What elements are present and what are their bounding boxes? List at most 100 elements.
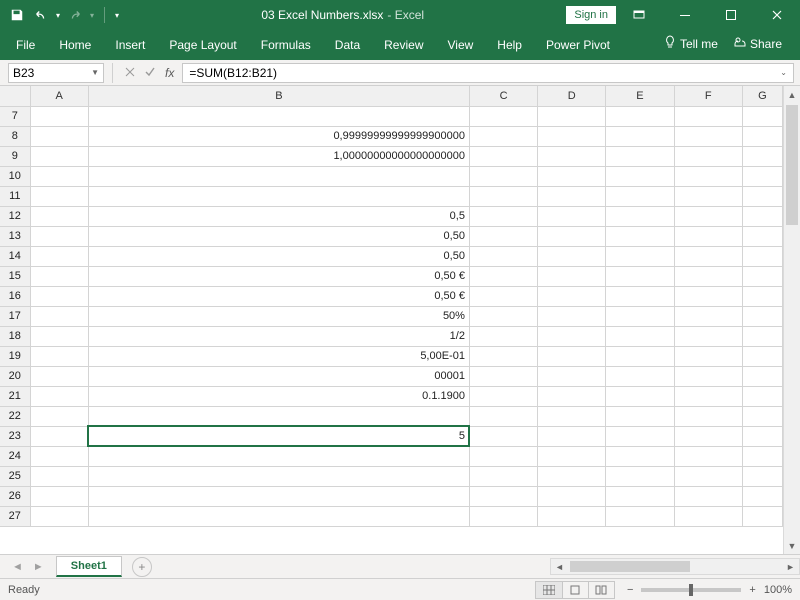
save-icon[interactable] xyxy=(8,6,26,24)
tab-power-pivot[interactable]: Power Pivot xyxy=(534,32,622,60)
cell-A12[interactable] xyxy=(30,206,88,226)
cell-A17[interactable] xyxy=(30,306,88,326)
cell-F8[interactable] xyxy=(674,126,742,146)
cell-C25[interactable] xyxy=(469,466,537,486)
row-header-7[interactable]: 7 xyxy=(0,106,30,126)
row-header-11[interactable]: 11 xyxy=(0,186,30,206)
close-button[interactable] xyxy=(754,0,800,30)
row-header-9[interactable]: 9 xyxy=(0,146,30,166)
cell-B11[interactable] xyxy=(88,186,469,206)
enter-formula-icon[interactable] xyxy=(145,66,155,80)
scroll-down-icon[interactable]: ▼ xyxy=(784,537,800,554)
cell-B18[interactable]: 1/2 xyxy=(88,326,469,346)
row-header-21[interactable]: 21 xyxy=(0,386,30,406)
cell-E19[interactable] xyxy=(606,346,674,366)
cell-C7[interactable] xyxy=(469,106,537,126)
cell-C19[interactable] xyxy=(469,346,537,366)
cell-C10[interactable] xyxy=(469,166,537,186)
name-box[interactable]: B23 ▼ xyxy=(8,63,104,83)
row-header-23[interactable]: 23 xyxy=(0,426,30,446)
hscroll-track[interactable] xyxy=(568,559,782,574)
cell-D20[interactable] xyxy=(538,366,606,386)
cell-F21[interactable] xyxy=(674,386,742,406)
row-header-13[interactable]: 13 xyxy=(0,226,30,246)
column-header-C[interactable]: C xyxy=(469,86,537,106)
cell-C17[interactable] xyxy=(469,306,537,326)
row-header-18[interactable]: 18 xyxy=(0,326,30,346)
cell-D13[interactable] xyxy=(538,226,606,246)
horizontal-scrollbar[interactable]: ◄ ► xyxy=(550,558,800,575)
cell-B27[interactable] xyxy=(88,506,469,526)
cell-D23[interactable] xyxy=(538,426,606,446)
cell-A15[interactable] xyxy=(30,266,88,286)
cell-C8[interactable] xyxy=(469,126,537,146)
cell-A7[interactable] xyxy=(30,106,88,126)
cell-D11[interactable] xyxy=(538,186,606,206)
cell-F24[interactable] xyxy=(674,446,742,466)
column-header-D[interactable]: D xyxy=(538,86,606,106)
cell-G9[interactable] xyxy=(742,146,782,166)
zoom-in-button[interactable]: + xyxy=(749,584,755,596)
cell-D21[interactable] xyxy=(538,386,606,406)
cell-G18[interactable] xyxy=(742,326,782,346)
tell-me-button[interactable]: Tell me xyxy=(658,29,724,60)
column-header-A[interactable]: A xyxy=(30,86,88,106)
zoom-slider-knob[interactable] xyxy=(689,584,693,596)
cell-E8[interactable] xyxy=(606,126,674,146)
zoom-slider[interactable] xyxy=(641,588,741,592)
page-break-view-icon[interactable] xyxy=(588,582,614,598)
cell-G25[interactable] xyxy=(742,466,782,486)
cell-G22[interactable] xyxy=(742,406,782,426)
cell-C23[interactable] xyxy=(469,426,537,446)
cell-F10[interactable] xyxy=(674,166,742,186)
cell-G21[interactable] xyxy=(742,386,782,406)
cell-E9[interactable] xyxy=(606,146,674,166)
row-header-16[interactable]: 16 xyxy=(0,286,30,306)
column-header-G[interactable]: G xyxy=(742,86,782,106)
column-header-E[interactable]: E xyxy=(606,86,674,106)
cell-F25[interactable] xyxy=(674,466,742,486)
cell-C24[interactable] xyxy=(469,446,537,466)
cell-C11[interactable] xyxy=(469,186,537,206)
minimize-button[interactable] xyxy=(662,0,708,30)
normal-view-icon[interactable] xyxy=(536,582,562,598)
cell-D27[interactable] xyxy=(538,506,606,526)
row-header-8[interactable]: 8 xyxy=(0,126,30,146)
expand-formula-bar-icon[interactable]: ⌄ xyxy=(780,68,787,77)
cell-G16[interactable] xyxy=(742,286,782,306)
cell-G8[interactable] xyxy=(742,126,782,146)
cell-A22[interactable] xyxy=(30,406,88,426)
cell-D22[interactable] xyxy=(538,406,606,426)
cell-D12[interactable] xyxy=(538,206,606,226)
page-layout-view-icon[interactable] xyxy=(562,582,588,598)
cell-G19[interactable] xyxy=(742,346,782,366)
cell-A11[interactable] xyxy=(30,186,88,206)
tab-page-layout[interactable]: Page Layout xyxy=(157,32,248,60)
cell-C12[interactable] xyxy=(469,206,537,226)
row-header-19[interactable]: 19 xyxy=(0,346,30,366)
redo-dropdown-icon[interactable]: ▾ xyxy=(90,11,94,20)
cell-C18[interactable] xyxy=(469,326,537,346)
cell-F16[interactable] xyxy=(674,286,742,306)
cell-F11[interactable] xyxy=(674,186,742,206)
sheet-tab-active[interactable]: Sheet1 xyxy=(56,556,122,577)
sign-in-button[interactable]: Sign in xyxy=(566,6,616,24)
new-sheet-button[interactable]: + xyxy=(132,557,152,577)
cell-C16[interactable] xyxy=(469,286,537,306)
cell-A25[interactable] xyxy=(30,466,88,486)
cell-G11[interactable] xyxy=(742,186,782,206)
cell-C9[interactable] xyxy=(469,146,537,166)
vscroll-thumb[interactable] xyxy=(786,105,798,225)
column-header-F[interactable]: F xyxy=(674,86,742,106)
cell-A24[interactable] xyxy=(30,446,88,466)
cell-B10[interactable] xyxy=(88,166,469,186)
row-header-14[interactable]: 14 xyxy=(0,246,30,266)
cell-G20[interactable] xyxy=(742,366,782,386)
cell-E23[interactable] xyxy=(606,426,674,446)
cell-B16[interactable]: 0,50 € xyxy=(88,286,469,306)
cell-D16[interactable] xyxy=(538,286,606,306)
row-header-25[interactable]: 25 xyxy=(0,466,30,486)
cell-B22[interactable] xyxy=(88,406,469,426)
cell-A16[interactable] xyxy=(30,286,88,306)
cell-C14[interactable] xyxy=(469,246,537,266)
